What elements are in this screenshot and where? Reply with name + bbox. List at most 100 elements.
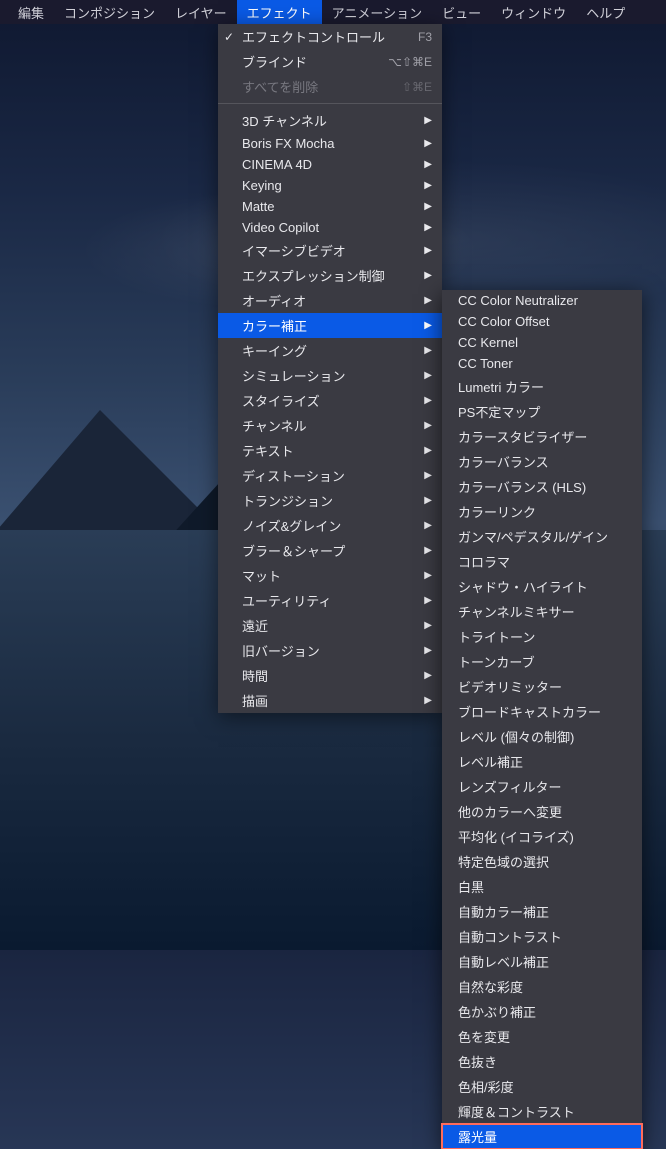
menu-animation[interactable]: アニメーション	[322, 0, 432, 25]
menu-layer[interactable]: レイヤー	[165, 0, 237, 25]
submenu-item[interactable]: カラーリンク	[442, 499, 642, 524]
menu-category-item[interactable]: キーイング▶	[218, 338, 442, 363]
submenu-item[interactable]: 色抜き	[442, 1049, 642, 1074]
menu-category-item[interactable]: ブラー＆シャープ▶	[218, 538, 442, 563]
chevron-right-icon: ▶	[394, 620, 432, 631]
menu-effect[interactable]: エフェクト	[237, 0, 322, 25]
menu-item-label: 3D チャンネル	[242, 111, 327, 130]
submenu-item[interactable]: カラーバランス (HLS)	[442, 474, 642, 499]
submenu-item-label: レンズフィルター	[458, 777, 561, 796]
menu-item-label: 旧バージョン	[242, 641, 320, 660]
submenu-item[interactable]: 輝度＆コントラスト	[442, 1099, 642, 1124]
menu-help[interactable]: ヘルプ	[576, 0, 635, 25]
submenu-item[interactable]: 自動コントラスト	[442, 924, 642, 949]
submenu-item[interactable]: カラーバランス	[442, 449, 642, 474]
submenu-item-label: Lumetri カラー	[458, 377, 544, 396]
submenu-item-label: 色相/彩度	[458, 1077, 514, 1096]
submenu-item[interactable]: CC Toner	[442, 353, 642, 374]
submenu-item[interactable]: ガンマ/ペデスタル/ゲイン	[442, 524, 642, 549]
submenu-item[interactable]: 自動カラー補正	[442, 899, 642, 924]
menu-category-item[interactable]: テキスト▶	[218, 438, 442, 463]
menu-view[interactable]: ビュー	[432, 0, 491, 25]
menu-category-item[interactable]: エクスプレッション制御▶	[218, 263, 442, 288]
submenu-item[interactable]: Lumetri カラー	[442, 374, 642, 399]
submenu-item[interactable]: 自然な彩度	[442, 974, 642, 999]
submenu-item[interactable]: レベル補正	[442, 749, 642, 774]
menu-item-label: 遠近	[242, 616, 268, 635]
menu-category-item[interactable]: カラー補正▶	[218, 313, 442, 338]
submenu-item-label: カラーバランス	[458, 452, 549, 471]
menu-item-label: ディストーション	[242, 466, 345, 485]
submenu-item-label: 特定色域の選択	[458, 852, 549, 871]
submenu-item[interactable]: 色を変更	[442, 1024, 642, 1049]
submenu-item[interactable]: トライトーン	[442, 624, 642, 649]
menu-category-item[interactable]: 遠近 ▶	[218, 613, 442, 638]
submenu-item[interactable]: CC Color Offset	[442, 311, 642, 332]
menu-item-label: シミュレーション	[242, 366, 345, 385]
menu-category-item[interactable]: オーディオ▶	[218, 288, 442, 313]
submenu-item[interactable]: 平均化 (イコライズ)	[442, 824, 642, 849]
submenu-item[interactable]: 色相/彩度	[442, 1074, 642, 1099]
submenu-item-label: レベル補正	[458, 752, 523, 771]
menu-category-item[interactable]: トランジション▶	[218, 488, 442, 513]
submenu-item[interactable]: 他のカラーへ変更	[442, 799, 642, 824]
menu-category-item[interactable]: Video Copilot▶	[218, 217, 442, 238]
submenu-item[interactable]: 色かぶり補正	[442, 999, 642, 1024]
menu-item-label: ユーティリティ	[242, 591, 331, 610]
chevron-right-icon: ▶	[394, 201, 432, 212]
submenu-item[interactable]: チャンネルミキサー	[442, 599, 642, 624]
menu-category-item[interactable]: シミュレーション▶	[218, 363, 442, 388]
menu-item-blinds[interactable]: ブラインド ⌥⇧⌘E	[218, 49, 442, 74]
submenu-item-label: CC Color Neutralizer	[458, 293, 578, 308]
submenu-item[interactable]: PS不定マップ	[442, 399, 642, 424]
submenu-item-label: トライトーン	[458, 627, 535, 646]
submenu-item[interactable]: ビデオリミッター	[442, 674, 642, 699]
submenu-item[interactable]: カラースタビライザー	[442, 424, 642, 449]
submenu-item-label: 輝度＆コントラスト	[458, 1102, 575, 1121]
submenu-item[interactable]: コロラマ	[442, 549, 642, 574]
submenu-item[interactable]: レベル (個々の制御)	[442, 724, 642, 749]
menu-category-item[interactable]: イマーシブビデオ▶	[218, 238, 442, 263]
submenu-item[interactable]: CC Kernel	[442, 332, 642, 353]
menu-category-item[interactable]: Keying▶	[218, 175, 442, 196]
submenu-item-label: CC Color Offset	[458, 314, 550, 329]
submenu-item-label: トーンカーブ	[458, 652, 535, 671]
submenu-item[interactable]: CC Color Neutralizer	[442, 290, 642, 311]
menu-category-item[interactable]: マット▶	[218, 563, 442, 588]
submenu-item[interactable]: 露光量	[442, 1124, 642, 1149]
menu-category-item[interactable]: ディストーション▶	[218, 463, 442, 488]
chevron-right-icon: ▶	[394, 445, 432, 456]
submenu-item[interactable]: シャドウ・ハイライト	[442, 574, 642, 599]
menu-category-item[interactable]: 3D チャンネル▶	[218, 108, 442, 133]
menu-category-item[interactable]: 描画▶	[218, 688, 442, 713]
submenu-item-label: 自動カラー補正	[458, 902, 549, 921]
menu-item-label: エフェクトコントロール	[242, 27, 385, 46]
menu-category-item[interactable]: Matte▶	[218, 196, 442, 217]
menu-window[interactable]: ウィンドウ	[491, 0, 576, 25]
menu-item-label: スタイライズ	[242, 391, 320, 410]
menu-item-label: Boris FX Mocha	[242, 136, 334, 151]
submenu-item[interactable]: 自動レベル補正	[442, 949, 642, 974]
menu-category-item[interactable]: 旧バージョン▶	[218, 638, 442, 663]
menu-category-item[interactable]: Boris FX Mocha▶	[218, 133, 442, 154]
menu-edit[interactable]: 編集	[8, 0, 54, 25]
menu-item-remove-all: すべてを削除 ⇧⌘E	[218, 74, 442, 99]
menu-category-item[interactable]: ユーティリティ▶	[218, 588, 442, 613]
menu-composition[interactable]: コンポジション	[54, 0, 165, 25]
submenu-item-label: PS不定マップ	[458, 402, 540, 421]
menu-item-effect-controls[interactable]: ✓ エフェクトコントロール F3	[218, 24, 442, 49]
effects-dropdown: ✓ エフェクトコントロール F3 ブラインド ⌥⇧⌘E すべてを削除 ⇧⌘E 3…	[218, 24, 442, 713]
submenu-item[interactable]: 白黒	[442, 874, 642, 899]
submenu-item-label: 自動レベル補正	[458, 952, 549, 971]
menubar: 編集 コンポジション レイヤー エフェクト アニメーション ビュー ウィンドウ …	[0, 0, 666, 24]
menu-category-item[interactable]: CINEMA 4D▶	[218, 154, 442, 175]
menu-category-item[interactable]: スタイライズ▶	[218, 388, 442, 413]
menu-category-item[interactable]: ノイズ&グレイン▶	[218, 513, 442, 538]
menu-category-item[interactable]: 時間▶	[218, 663, 442, 688]
submenu-item[interactable]: レンズフィルター	[442, 774, 642, 799]
submenu-item[interactable]: トーンカーブ	[442, 649, 642, 674]
menu-category-item[interactable]: チャンネル▶	[218, 413, 442, 438]
submenu-item[interactable]: ブロードキャストカラー	[442, 699, 642, 724]
menu-item-label: エクスプレッション制御	[242, 266, 385, 285]
submenu-item[interactable]: 特定色域の選択	[442, 849, 642, 874]
